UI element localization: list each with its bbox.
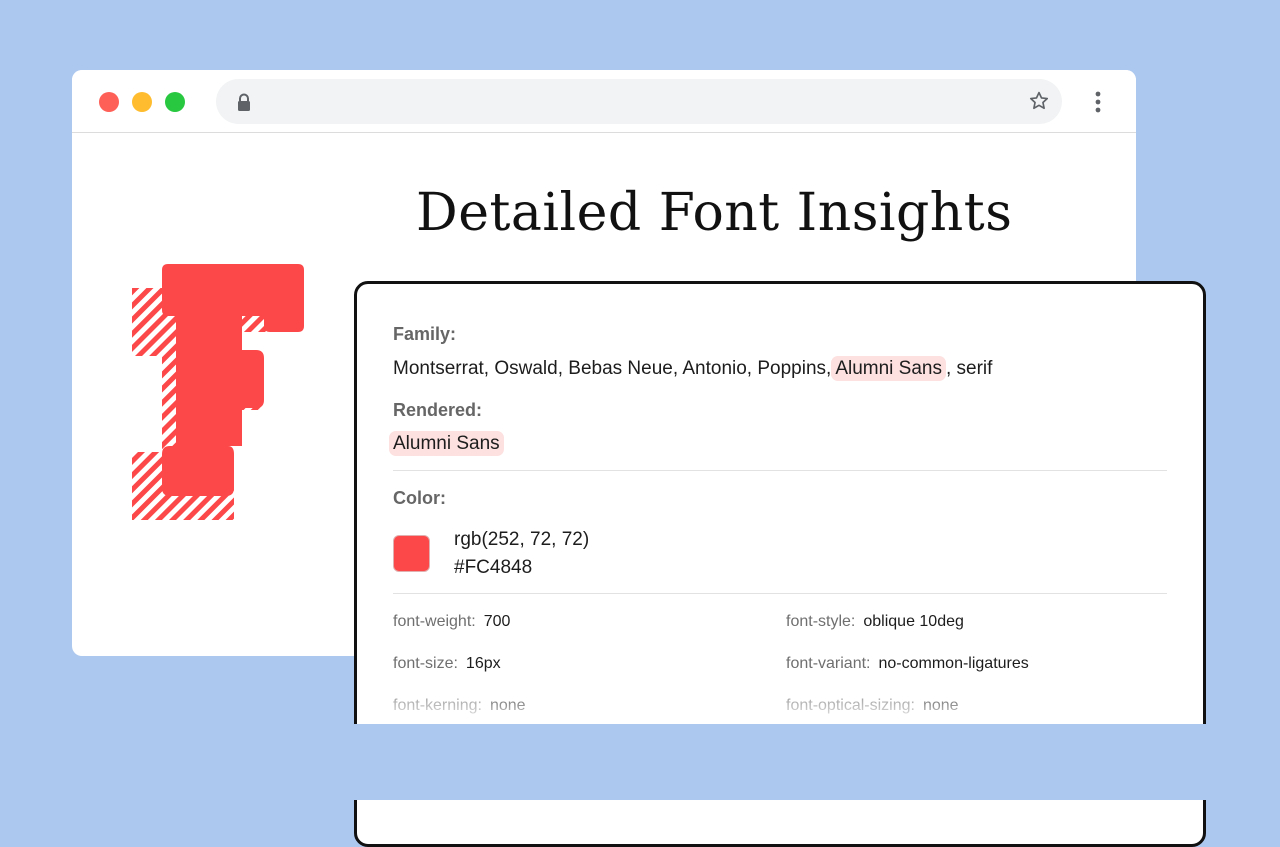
minimize-window-button[interactable] — [132, 92, 152, 112]
rendered-value: Alumni Sans — [389, 431, 504, 456]
browser-toolbar — [72, 70, 1136, 133]
color-swatch — [393, 535, 430, 572]
property-value: oblique 10deg — [863, 613, 964, 630]
property-value: 700 — [483, 613, 511, 630]
background-strip — [340, 724, 1220, 800]
family-label: Family: — [393, 324, 457, 344]
bookmark-star-icon[interactable] — [1028, 90, 1050, 112]
divider — [393, 593, 1167, 594]
property-key: font-style: — [786, 613, 856, 630]
property-value: no-common-ligatures — [878, 655, 1029, 672]
address-bar[interactable] — [216, 79, 1062, 124]
property-key: font-weight: — [393, 613, 476, 630]
property-value: 16px — [465, 655, 501, 672]
divider — [393, 470, 1167, 471]
family-list: Montserrat, Oswald, Bebas Neue, Antonio,… — [393, 358, 832, 379]
kebab-menu-icon[interactable] — [1088, 90, 1108, 114]
color-label: Color: — [393, 488, 446, 508]
property-font-weight: font-weight: 700 — [393, 613, 510, 631]
family-fallback: , serif — [945, 358, 993, 379]
rendered-font-highlight: Alumni Sans — [389, 431, 504, 456]
rendered-label: Rendered: — [393, 400, 483, 420]
color-hex: #FC4848 — [454, 557, 533, 578]
property-key: font-size: — [393, 655, 458, 672]
lock-icon — [238, 93, 250, 111]
family-match-highlight: Alumni Sans — [831, 356, 946, 381]
family-value: Montserrat, Oswald, Bebas Neue, Antonio,… — [393, 356, 993, 381]
property-font-size: font-size: 16px — [393, 655, 501, 673]
color-rgb: rgb(252, 72, 72) — [454, 529, 590, 550]
property-font-style: font-style: oblique 10deg — [786, 613, 964, 631]
page-title: Detailed Font Insights — [416, 183, 1013, 243]
property-key: font-variant: — [786, 655, 871, 672]
property-font-variant: font-variant: no-common-ligatures — [786, 655, 1029, 673]
close-window-button[interactable] — [99, 92, 119, 112]
font-logo-icon — [132, 264, 304, 520]
maximize-window-button[interactable] — [165, 92, 185, 112]
